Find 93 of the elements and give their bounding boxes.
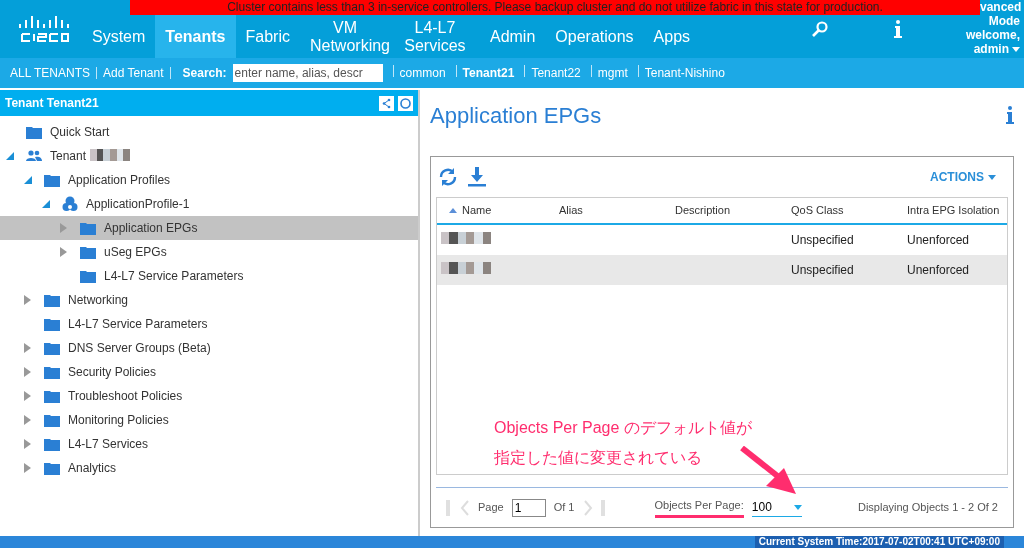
folder-icon	[80, 269, 96, 283]
page-field[interactable]: 1	[511, 498, 546, 517]
tree-item[interactable]: uSeg EPGs	[0, 240, 418, 264]
tree-item[interactable]: Security Policies	[0, 360, 418, 384]
download-icon[interactable]	[468, 167, 486, 187]
collapsed-arrow-icon[interactable]	[24, 391, 31, 401]
folder-icon	[44, 173, 60, 187]
tree-item[interactable]: Application EPGs	[0, 216, 418, 240]
folder-icon	[44, 413, 60, 427]
search-field[interactable]: enter name, alias, descr	[232, 64, 383, 82]
collapsed-arrow-icon[interactable]	[24, 415, 31, 425]
caret-icon	[793, 504, 802, 510]
column-header[interactable]: Description	[671, 202, 787, 219]
tree-label: Application EPGs	[104, 220, 198, 237]
table-cell-text: Unspecified	[790, 232, 855, 249]
folder-icon	[44, 293, 60, 307]
info-icon[interactable]	[893, 20, 902, 38]
tree-label: Monitoring Policies	[68, 412, 169, 429]
tree-item[interactable]: L4-L7 Services	[0, 432, 418, 456]
tree-label: Application Profiles	[68, 172, 171, 189]
tree-item[interactable]: L4-L7 Service Parameters	[0, 264, 418, 288]
folder-icon	[44, 317, 60, 331]
per-page-select[interactable]: 100	[751, 498, 802, 517]
collapsed-arrow-icon[interactable]	[24, 295, 31, 305]
caret-icon	[449, 208, 457, 213]
system-time: Current System Time:2017-07-02T00:41 UTC+09:00	[754, 536, 1004, 548]
tree-item[interactable]: Networking	[0, 288, 418, 312]
collapsed-arrow-icon[interactable]	[60, 247, 67, 257]
tree-label: Analytics	[68, 460, 117, 477]
expanded-arrow-icon[interactable]	[24, 176, 32, 184]
tree-label: Security Policies	[68, 364, 157, 381]
tree-label: Networking	[68, 292, 129, 309]
profile-icon	[62, 196, 78, 212]
tree-item[interactable]: Application Profiles	[0, 168, 418, 192]
folder-icon	[80, 245, 96, 259]
users-icon	[26, 150, 42, 162]
tree-title: Tenant Tenant21	[5, 95, 100, 112]
tree-label: L4-L7 Service Parameters	[68, 316, 208, 333]
mode-label: vanced Mode	[980, 0, 1020, 28]
column-header[interactable]: Alias	[555, 202, 671, 219]
welcome-label: welcome,	[965, 28, 1020, 42]
collapsed-arrow-icon[interactable]	[24, 343, 31, 353]
page-count: Of 1	[553, 500, 575, 516]
folder-icon	[44, 437, 60, 451]
displaying-count: Displaying Objects 1 - 2 Of 2	[858, 500, 998, 516]
expanded-arrow-icon[interactable]	[42, 200, 50, 208]
search-icon[interactable]	[811, 21, 828, 37]
collapsed-arrow-icon[interactable]	[24, 439, 31, 449]
search-label: Search:	[182, 65, 227, 82]
tree-item[interactable]: ApplicationProfile-1	[0, 192, 418, 216]
collapsed-arrow-icon[interactable]	[24, 463, 31, 473]
tree-label: L4-L7 Services	[68, 436, 149, 453]
tree-item[interactable]: DNS Server Groups (Beta)	[0, 336, 418, 360]
folder-icon	[44, 461, 60, 475]
caret-icon	[988, 174, 996, 180]
cisco-logo-icon	[16, 16, 70, 44]
per-page-label: Objects Per Page:	[654, 496, 744, 519]
tree-label: Troubleshoot Policies	[68, 388, 183, 405]
annotation-arrow	[740, 446, 798, 496]
expanded-arrow-icon[interactable]	[6, 152, 14, 160]
table-cell-text: Unspecified	[790, 262, 855, 279]
folder-icon	[44, 341, 60, 355]
tree-item[interactable]: Tenant	[0, 144, 418, 168]
info-icon[interactable]	[1006, 106, 1014, 124]
folder-icon	[44, 389, 60, 403]
collapsed-arrow-icon[interactable]	[60, 223, 67, 233]
tree-item[interactable]: Quick Start	[0, 120, 418, 144]
tree-item[interactable]: Analytics	[0, 456, 418, 480]
folder-icon	[80, 221, 96, 235]
table-cell-text: Unenforced	[906, 262, 971, 279]
caret-icon	[1012, 46, 1020, 52]
tree-label: L4-L7 Service Parameters	[104, 268, 244, 285]
page-title: Application EPGs	[430, 101, 603, 130]
folder-icon	[44, 365, 60, 379]
column-header[interactable]: Name	[437, 202, 555, 219]
tree-label: Quick Start	[50, 124, 110, 141]
column-header[interactable]: Intra EPG Isolation	[903, 202, 1007, 219]
page-label: Page	[478, 500, 504, 516]
folder-icon	[26, 125, 42, 139]
annotation-text: 指定した値に変更されている	[494, 448, 703, 468]
tree-item[interactable]: L4-L7 Service Parameters	[0, 312, 418, 336]
tree-item[interactable]: Troubleshoot Policies	[0, 384, 418, 408]
column-header[interactable]: QoS Class	[787, 202, 903, 219]
tree-label: Tenant	[50, 148, 87, 165]
alert-banner: Cluster contains less than 3 in-service controllers. Please backup cluster and do not utilize fabric in this state for production.	[130, 0, 980, 15]
tree-item[interactable]: Monitoring Policies	[0, 408, 418, 432]
table-cell-text: Unenforced	[906, 232, 971, 249]
tree-label: uSeg EPGs	[104, 244, 167, 261]
annotation-text: Objects Per Page のデフォルト値が	[494, 418, 752, 438]
collapsed-arrow-icon[interactable]	[24, 367, 31, 377]
tree-label: DNS Server Groups (Beta)	[68, 340, 211, 357]
share-icon[interactable]	[379, 95, 394, 111]
tree-label: ApplicationProfile-1	[86, 196, 190, 213]
